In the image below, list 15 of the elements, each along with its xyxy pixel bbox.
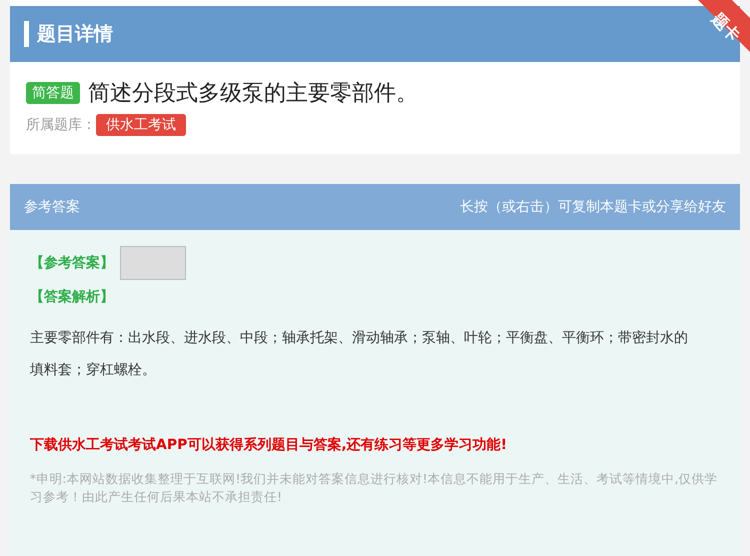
analysis-text: 主要零部件有：出水段、进水段、中段；轴承托架、滑动轴承；泵轴、叶轮；平衡盘、平衡环；带密封水的填料套；穿杠螺栓。 — [30, 329, 689, 380]
question-type-badge: 简答题 — [26, 82, 80, 104]
corner-ribbon[interactable]: 题卡 — [698, 0, 750, 52]
answer-label: 【参考答案】 — [30, 254, 114, 272]
image-placeholder — [120, 246, 186, 280]
bank-label: 所属题库： — [26, 116, 96, 134]
analysis-label: 【答案解析】 — [30, 288, 115, 306]
page-title: 题目详情 — [37, 22, 113, 47]
panel-title: 参考答案 — [24, 198, 80, 216]
question-text: 简述分段式多级泵的主要零部件。 — [88, 80, 418, 108]
bank-tag[interactable]: 供水工考试 — [96, 114, 186, 136]
share-hint: 长按（或右击）可复制本题卡或分享给好友 — [460, 198, 726, 216]
disclaimer-text: *申明:本网站数据收集整理于互联网!我们并未能对答案信息进行核对!本信息不能用于生产、生活、考试等情境中,仅供学习参考！由此产生任何后果本站不承担责任! — [30, 470, 718, 506]
title-marker — [24, 21, 29, 47]
promo-text: 下载供水工考试考试APP可以获得系列题目与答案,还有练习等更多学习功能! — [30, 436, 508, 454]
